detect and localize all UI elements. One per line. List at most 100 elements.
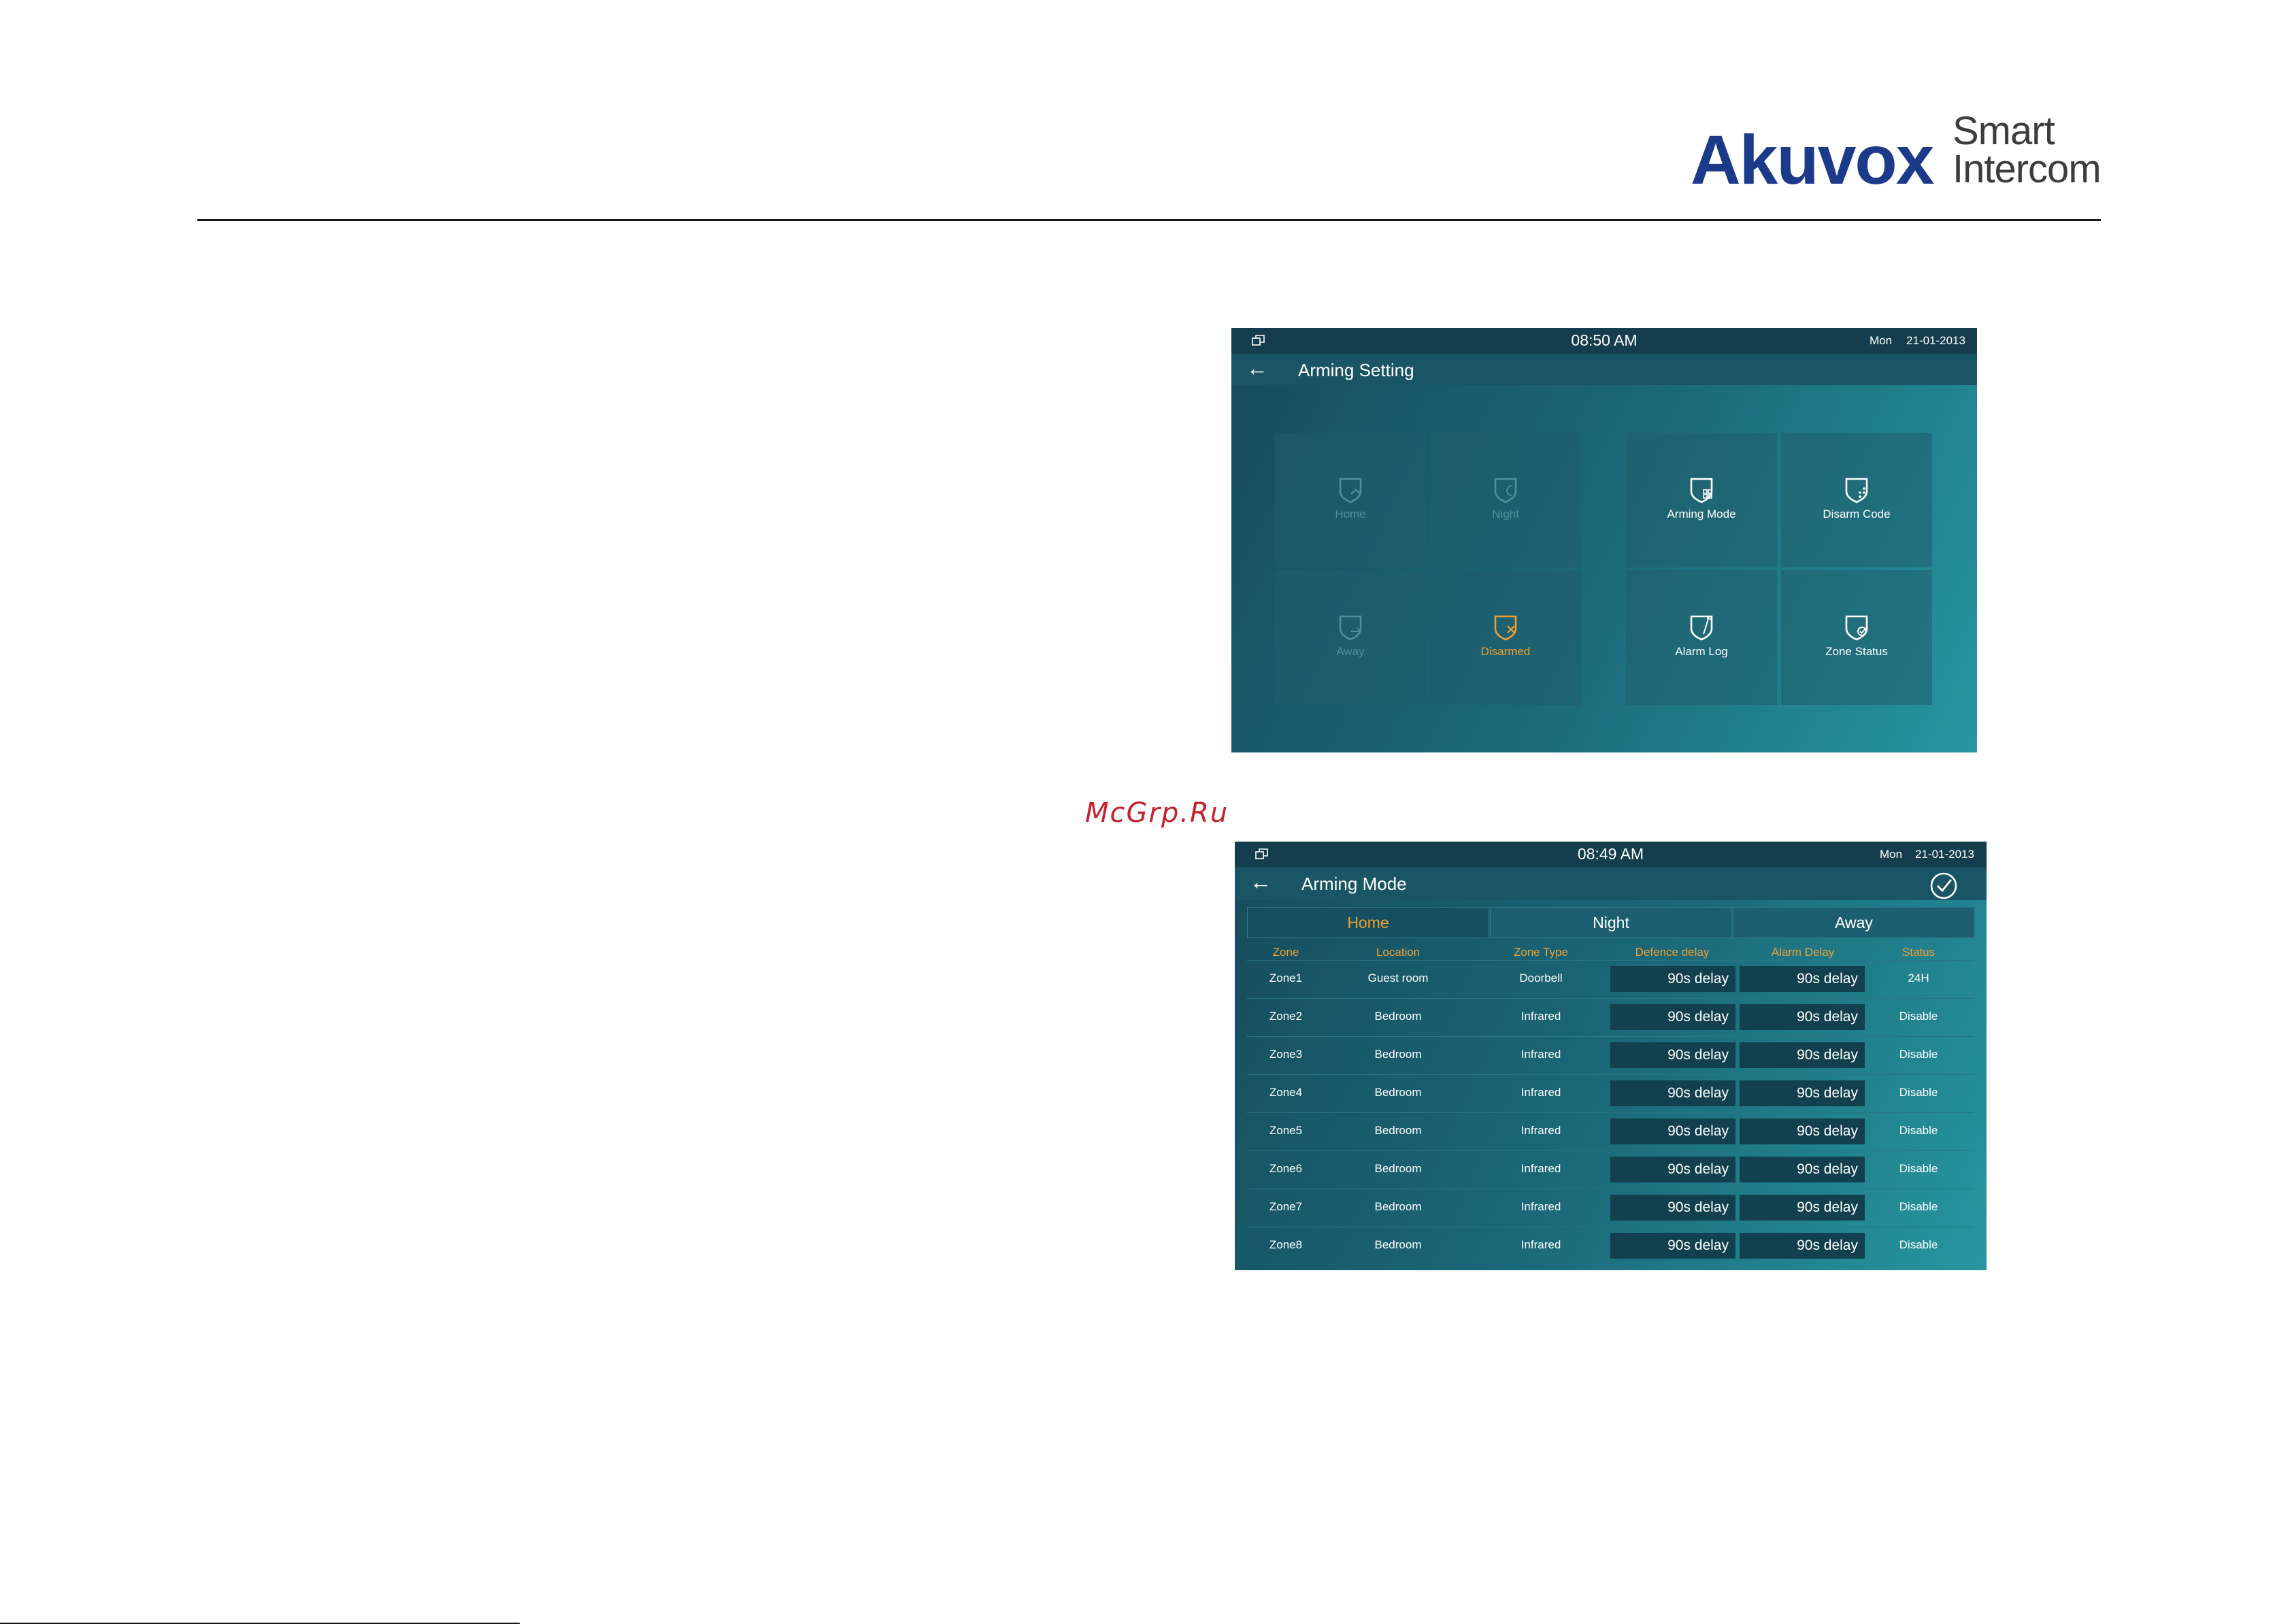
brand-name: Akuvox: [1691, 121, 1934, 199]
cell-zone: Zone7: [1269, 1200, 1303, 1213]
tile-label: Home: [1335, 508, 1366, 520]
cell-zone-type: Doorbell: [1519, 972, 1563, 984]
cell-status: Disable: [1899, 1010, 1938, 1023]
cell-zone-type: Infrared: [1521, 1162, 1561, 1175]
tab-away[interactable]: Away: [1733, 907, 1975, 938]
cell-location: Guest room: [1367, 972, 1429, 984]
tab-home[interactable]: Home: [1247, 907, 1489, 938]
zone-status-shield-icon: [1845, 615, 1868, 641]
cell-status: Disable: [1899, 1238, 1938, 1251]
tile-label: Zone Status: [1825, 645, 1888, 658]
table-row: Zone2 Bedroom Infrared 90s delay 90s delay Di…: [1247, 998, 1974, 1035]
header-divider: [197, 219, 2101, 221]
alarm-log-shield-icon: [1690, 615, 1713, 641]
status-day: Mon: [1880, 848, 1903, 861]
tile-label: Arming Mode: [1667, 508, 1736, 520]
cell-location: Bedroom: [1374, 1200, 1422, 1213]
cell-location: Bedroom: [1374, 1010, 1422, 1023]
back-arrow-icon[interactable]: ←: [1250, 870, 1272, 893]
defence-delay-select[interactable]: 90s delay: [1610, 1233, 1735, 1259]
alarm-delay-select[interactable]: 90s delay: [1740, 1157, 1865, 1182]
away-shield-icon: [1339, 615, 1362, 641]
tile-label: Away: [1336, 645, 1365, 658]
tile-label: Disarm Code: [1823, 508, 1891, 520]
col-defence-delay: Defence delay: [1635, 946, 1710, 959]
tile-night[interactable]: Night: [1430, 433, 1581, 567]
tile-label: Alarm Log: [1675, 645, 1728, 658]
cell-status: Disable: [1899, 1124, 1938, 1137]
alarm-delay-select[interactable]: 90s delay: [1740, 966, 1865, 992]
cell-location: Bedroom: [1374, 1238, 1422, 1251]
defence-delay-select[interactable]: 90s delay: [1610, 1042, 1735, 1068]
screen-title: Arming Mode: [1301, 874, 1407, 894]
cell-status: 24H: [1908, 972, 1929, 984]
cell-zone: Zone5: [1269, 1124, 1303, 1137]
tile-home[interactable]: Home: [1275, 433, 1426, 567]
cell-zone-type: Infrared: [1521, 1200, 1561, 1213]
tile-disarmed[interactable]: Disarmed: [1430, 570, 1581, 705]
disarmed-shield-icon: [1494, 615, 1517, 641]
cell-status: Disable: [1899, 1200, 1938, 1213]
arming-mode-screen: 08:49 AM Mon 21-01-2013 ← Arming Mode Ho…: [1235, 842, 1987, 1270]
brand-tagline: Smart Intercom: [1953, 109, 2102, 189]
defence-delay-select[interactable]: 90s delay: [1610, 1118, 1735, 1144]
status-bar: 08:50 AM Mon 21-01-2013: [1231, 328, 1977, 354]
tab-night[interactable]: Night: [1490, 907, 1732, 938]
tile-alarm-log[interactable]: Alarm Log: [1626, 570, 1777, 705]
cell-zone: Zone6: [1269, 1162, 1303, 1175]
arming-mode-shield-icon: [1690, 478, 1713, 503]
defence-delay-select[interactable]: 90s delay: [1610, 1080, 1735, 1106]
cell-zone-type: Infrared: [1521, 1124, 1561, 1137]
alarm-delay-select[interactable]: 90s delay: [1740, 1042, 1865, 1068]
back-arrow-icon[interactable]: ←: [1246, 357, 1268, 380]
cell-zone-type: Infrared: [1521, 1010, 1561, 1023]
cell-zone-type: Infrared: [1521, 1238, 1561, 1251]
disarm-code-shield-icon: [1845, 478, 1868, 503]
table-row: Zone8 Bedroom Infrared 90s delay 90s delay Di…: [1247, 1227, 1974, 1264]
cell-status: Disable: [1899, 1086, 1938, 1099]
tile-arming-mode[interactable]: Arming Mode: [1626, 433, 1777, 567]
arming-setting-screen: 08:50 AM Mon 21-01-2013 ← Arming Setting…: [1231, 328, 1977, 752]
col-alarm-delay: Alarm Delay: [1771, 946, 1835, 959]
table-row: Zone3 Bedroom Infrared 90s delay 90s delay Di…: [1247, 1036, 1974, 1074]
brand-tagline-line1: Smart: [1953, 109, 2055, 153]
cell-zone-type: Infrared: [1521, 1086, 1561, 1099]
cell-zone: Zone4: [1269, 1086, 1303, 1099]
defence-delay-select[interactable]: 90s delay: [1610, 966, 1735, 992]
table-row: Zone4 Bedroom Infrared 90s delay 90s delay Di…: [1247, 1074, 1974, 1112]
tile-disarm-code[interactable]: Disarm Code: [1781, 433, 1932, 567]
cell-zone: Zone8: [1269, 1238, 1303, 1251]
tile-away[interactable]: Away: [1275, 570, 1426, 705]
confirm-check-icon[interactable]: [1929, 872, 1958, 900]
cell-zone: Zone3: [1269, 1048, 1303, 1061]
alarm-delay-select[interactable]: 90s delay: [1740, 1195, 1865, 1221]
defence-delay-select[interactable]: 90s delay: [1610, 1004, 1735, 1030]
alarm-delay-select[interactable]: 90s delay: [1740, 1233, 1865, 1259]
alarm-delay-select[interactable]: 90s delay: [1740, 1118, 1865, 1144]
cell-location: Bedroom: [1374, 1124, 1422, 1137]
cell-zone: Zone2: [1269, 1010, 1303, 1023]
col-location: Location: [1376, 946, 1421, 959]
status-time: 08:50 AM: [1571, 331, 1638, 349]
cell-status: Disable: [1899, 1162, 1938, 1175]
alarm-delay-select[interactable]: 90s delay: [1740, 1004, 1865, 1030]
col-zone: Zone: [1272, 946, 1299, 959]
status-day: Mon: [1870, 334, 1893, 347]
table-row: Zone1 Guest room Doorbell 90s delay 90s dela…: [1247, 960, 1974, 997]
alarm-delay-select[interactable]: 90s delay: [1740, 1080, 1865, 1106]
night-shield-icon: [1494, 478, 1517, 503]
title-bar: ← Arming Setting: [1231, 354, 1977, 385]
defence-delay-select[interactable]: 90s delay: [1610, 1157, 1735, 1182]
cell-status: Disable: [1899, 1048, 1938, 1061]
table-row: Zone5 Bedroom Infrared 90s delay 90s delay Di…: [1247, 1112, 1974, 1150]
table-row: Zone6 Bedroom Infrared 90s delay 90s delay Di…: [1247, 1150, 1974, 1188]
cell-zone-type: Infrared: [1521, 1048, 1561, 1061]
col-zone-type: Zone Type: [1513, 946, 1569, 959]
status-date: 21-01-2013: [1915, 848, 1974, 861]
status-time: 08:49 AM: [1577, 845, 1644, 863]
tile-zone-status[interactable]: Zone Status: [1781, 570, 1932, 705]
status-date: 21-01-2013: [1906, 334, 1965, 347]
title-bar: ← Arming Mode: [1235, 867, 1987, 900]
cell-location: Bedroom: [1374, 1162, 1422, 1175]
defence-delay-select[interactable]: 90s delay: [1610, 1195, 1735, 1221]
